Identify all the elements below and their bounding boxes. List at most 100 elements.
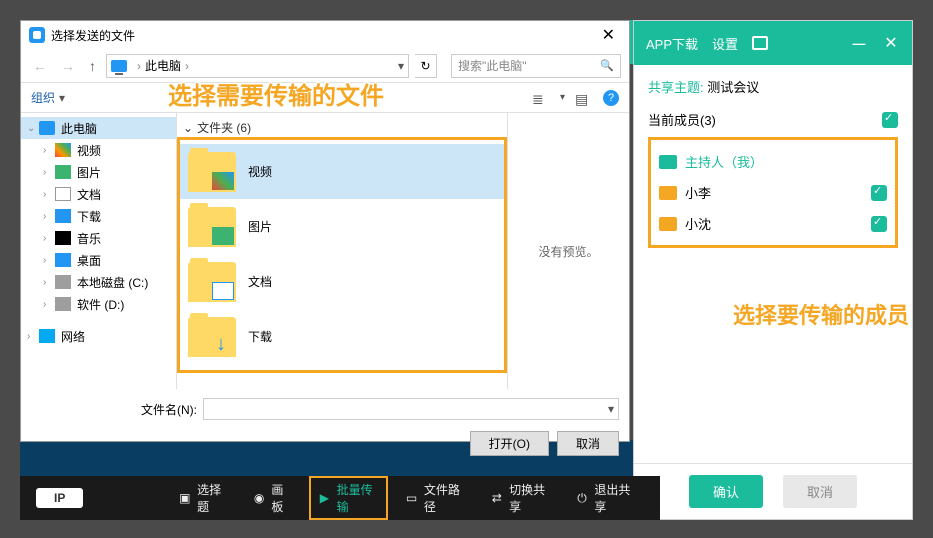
member-checkbox[interactable] [871, 216, 887, 232]
breadcrumb[interactable]: › 此电脑 › ▾ [106, 54, 409, 78]
toolbar-label: 选择题 [197, 481, 230, 515]
tree-item[interactable]: ⌄ 此电脑 [21, 117, 176, 139]
tree-item[interactable]: ›下载 [21, 205, 176, 227]
nav-row: ← → ↑ › 此电脑 › ▾ ↻ 搜索"此电脑" [21, 49, 629, 83]
member-row[interactable]: 小李 [655, 177, 891, 208]
search-input[interactable]: 搜索"此电脑" [451, 54, 621, 78]
tree-item[interactable]: ›网络 [21, 325, 176, 347]
panel-header: APP下载 设置 [634, 21, 912, 65]
member-checkbox[interactable] [871, 185, 887, 201]
forward-icon[interactable]: → [57, 56, 79, 76]
expand-icon[interactable]: › [43, 167, 55, 178]
close-icon[interactable] [882, 34, 900, 52]
expand-icon[interactable]: › [43, 145, 55, 156]
dialog-title-bar: 选择发送的文件 ✕ [21, 21, 629, 49]
folder-tree: ⌄此电脑›视频›图片›文档›下载›音乐›桌面›本地磁盘 (C:)›软件 (D:)… [21, 113, 177, 389]
chevron-right-icon: › [185, 59, 189, 73]
view-list-icon[interactable] [532, 91, 550, 105]
back-icon[interactable]: ← [29, 56, 51, 76]
chevron-down-icon[interactable]: ▾ [398, 59, 404, 73]
tree-label: 音乐 [77, 230, 101, 247]
confirm-button[interactable]: 确认 [689, 475, 763, 508]
path-icon [404, 490, 419, 506]
toolbar-batch[interactable]: 批量传输 [309, 476, 388, 520]
toolbar-label: 画板 [271, 481, 293, 515]
select-all-checkbox[interactable] [882, 112, 898, 128]
doc-icon [55, 187, 71, 201]
window-icon[interactable] [752, 36, 768, 50]
chevron-right-icon: › [137, 59, 141, 73]
desktop-icon [55, 253, 71, 267]
settings-link[interactable]: 设置 [712, 34, 738, 53]
member-row[interactable]: 主持人（我） [655, 146, 891, 177]
folder-icon [188, 317, 236, 357]
close-icon[interactable]: ✕ [596, 25, 621, 45]
toolbar-select[interactable]: 选择题 [172, 476, 236, 520]
expand-icon[interactable]: › [27, 331, 39, 342]
help-icon[interactable]: ? [603, 90, 619, 106]
refresh-icon[interactable]: ↻ [415, 54, 437, 78]
view-dropdown-icon[interactable]: ▾ [560, 92, 565, 103]
folder-label: 文档 [248, 273, 272, 290]
pc-icon [111, 60, 127, 72]
video-icon [55, 143, 71, 157]
music-icon [55, 231, 71, 245]
member-name: 小李 [685, 183, 871, 202]
filename-input[interactable] [203, 398, 619, 420]
tree-label: 软件 (D:) [77, 296, 124, 313]
expand-icon[interactable]: › [43, 233, 55, 244]
folder-list: 视频图片文档下载 [177, 137, 507, 373]
panel-footer: 确认 取消 [634, 463, 912, 519]
exit-icon [575, 490, 590, 506]
toolbar-label: 文件路径 [424, 481, 468, 515]
ip-badge[interactable]: IP [36, 488, 83, 508]
toolbar-board[interactable]: 画板 [246, 476, 299, 520]
tree-item[interactable]: › 音乐 [21, 227, 176, 249]
folder-icon [188, 262, 236, 302]
expand-icon[interactable]: › [43, 211, 55, 222]
member-list: 主持人（我） 小李小沈 [648, 137, 898, 248]
folder-group-header[interactable]: ⌄文件夹 (6) [183, 119, 251, 136]
app-icon [29, 27, 45, 43]
folder-label: 下载 [248, 328, 272, 345]
toolbar-switch[interactable]: 切换共享 [484, 476, 559, 520]
pc-icon [39, 121, 55, 135]
cancel-button[interactable]: 取消 [783, 475, 857, 508]
minimize-icon[interactable] [850, 34, 868, 52]
dialog-body: ⌄此电脑›视频›图片›文档›下载›音乐›桌面›本地磁盘 (C:)›软件 (D:)… [21, 113, 629, 389]
open-button[interactable]: 打开(O) [470, 431, 549, 456]
organize-menu[interactable]: 组织▾ [31, 89, 65, 106]
view-detail-icon[interactable] [575, 91, 593, 105]
toolbar-exit[interactable]: 退出共享 [569, 476, 644, 520]
expand-icon[interactable]: › [43, 189, 55, 200]
tree-item[interactable]: ›桌面 [21, 249, 176, 271]
folder-item[interactable]: 视频 [180, 144, 504, 199]
content-pane: ⌄文件夹 (6) 视频图片文档下载 没有预览。 [177, 113, 629, 389]
expand-icon[interactable]: › [43, 277, 55, 288]
member-row[interactable]: 小沈 [655, 208, 891, 239]
member-icon [659, 186, 677, 200]
share-topic: 共享主题: 测试会议 [648, 77, 898, 96]
folder-item[interactable]: 图片 [180, 199, 504, 254]
toolbar-path[interactable]: 文件路径 [398, 476, 473, 520]
tree-item[interactable]: › 本地磁盘 (C:) [21, 271, 176, 293]
image-icon [55, 165, 71, 179]
folder-item[interactable]: 文档 [180, 254, 504, 309]
tree-label: 此电脑 [61, 120, 97, 137]
tree-item[interactable]: ›文档 [21, 183, 176, 205]
tree-item[interactable]: › 软件 (D:) [21, 293, 176, 315]
tree-item[interactable]: ›视频 [21, 139, 176, 161]
expand-icon[interactable]: ⌄ [27, 123, 39, 134]
disk2-icon [55, 297, 71, 311]
tree-label: 本地磁盘 (C:) [77, 274, 148, 291]
up-icon[interactable]: ↑ [85, 56, 100, 76]
batch-icon [317, 490, 332, 506]
member-icon [659, 155, 677, 169]
tree-item[interactable]: ›图片 [21, 161, 176, 183]
app-download-link[interactable]: APP下载 [646, 34, 698, 53]
expand-icon[interactable]: › [43, 299, 55, 310]
cancel-button[interactable]: 取消 [557, 431, 619, 456]
topic-label: 共享主题: [648, 80, 704, 95]
expand-icon[interactable]: › [43, 255, 55, 266]
folder-item[interactable]: 下载 [180, 309, 504, 364]
